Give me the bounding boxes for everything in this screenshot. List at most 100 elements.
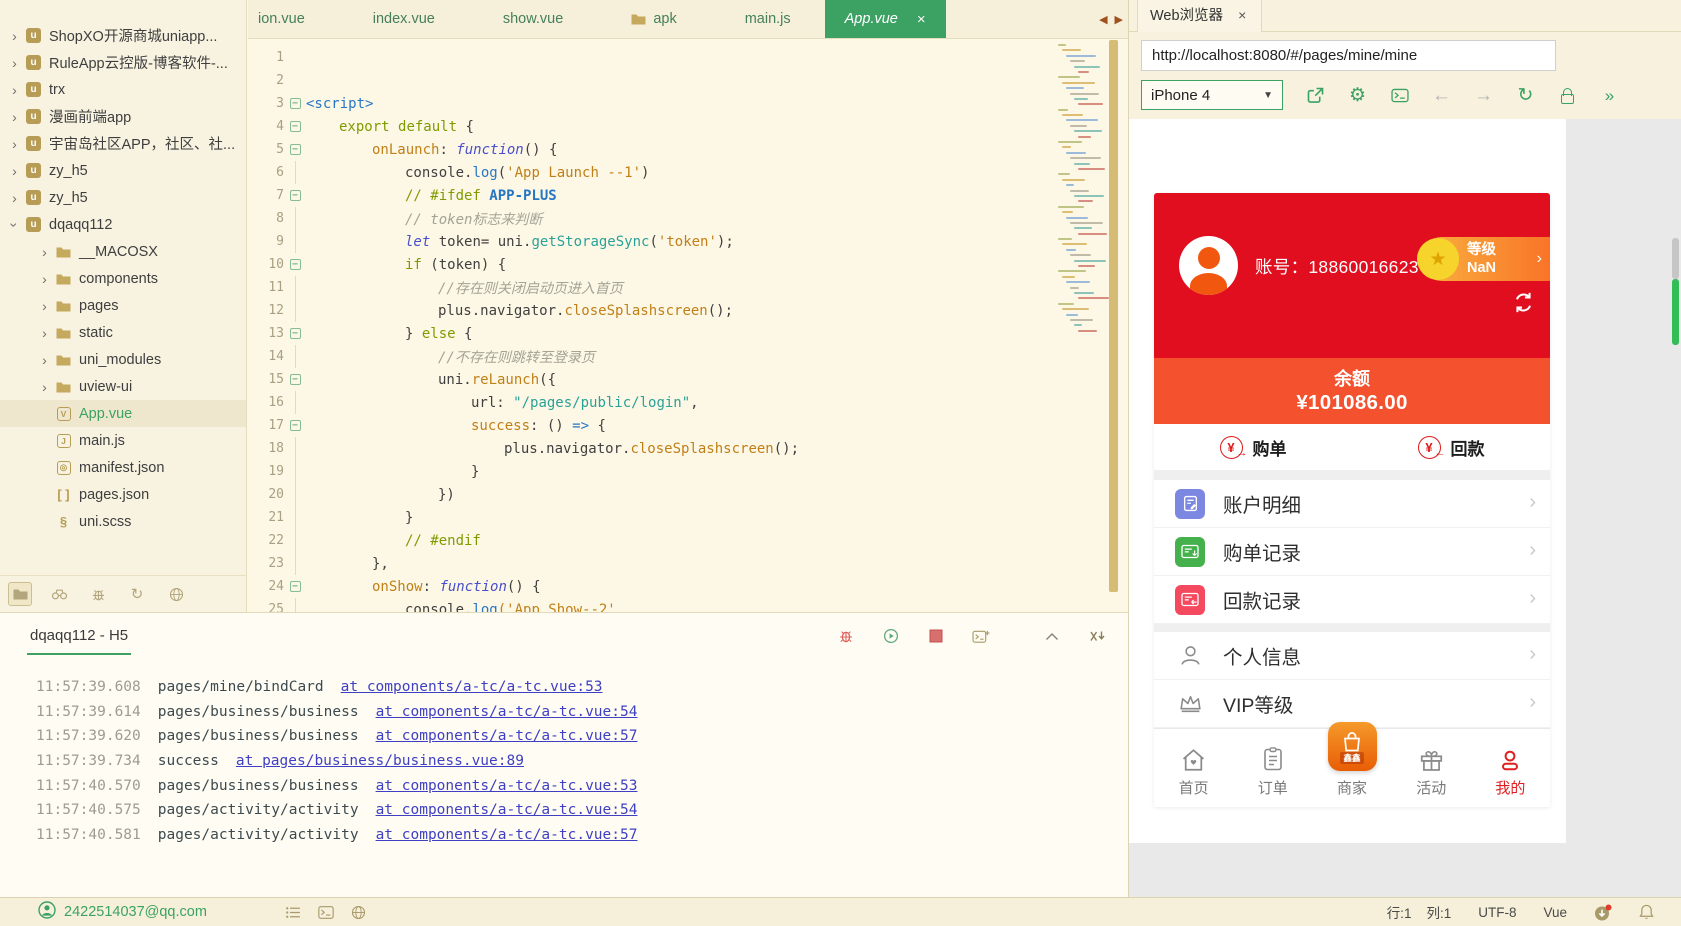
browser-scrollbar-thumb[interactable] bbox=[1672, 238, 1679, 279]
code-line[interactable]: 22 // #endif bbox=[248, 529, 1128, 552]
log-source-link[interactable]: at pages/business/business.vue:89 bbox=[236, 753, 524, 769]
code-line[interactable]: 18 plus.navigator.closeSplashscreen(); bbox=[248, 437, 1128, 460]
code-line[interactable]: 8 // token标志来判断 bbox=[248, 207, 1128, 230]
tab-main.js[interactable]: main.js bbox=[711, 0, 825, 38]
tree-item[interactable]: › uni_modules bbox=[0, 346, 246, 373]
fold-marker-icon[interactable]: − bbox=[284, 253, 306, 276]
menu-item-回款记录[interactable]: 回款记录 › bbox=[1154, 576, 1550, 624]
network-icon[interactable] bbox=[164, 582, 188, 606]
code-line[interactable]: 20}) bbox=[248, 483, 1128, 506]
debug-bug-icon[interactable] bbox=[837, 628, 855, 644]
tree-item[interactable]: Jmain.js bbox=[0, 427, 246, 454]
avatar[interactable] bbox=[1179, 236, 1238, 295]
search-icon[interactable] bbox=[47, 582, 71, 606]
code-line[interactable]: 17− success: () => { bbox=[248, 414, 1128, 437]
fold-marker-icon[interactable]: − bbox=[284, 414, 306, 437]
account-email[interactable]: 2422514037@qq.com bbox=[38, 901, 207, 923]
tab-scroll-right-icon[interactable]: ▶ bbox=[1115, 13, 1123, 26]
tabbar-item-首页[interactable]: 首页 bbox=[1154, 729, 1233, 807]
tabbar-item-我的[interactable]: 我的 bbox=[1471, 729, 1550, 807]
tree-item[interactable]: › static bbox=[0, 319, 246, 346]
log-source-link[interactable]: at components/a-tc/a-tc.vue:57 bbox=[376, 728, 638, 744]
tree-item[interactable]: › u dqaqq112 bbox=[0, 211, 246, 238]
menu-item-VIP等级[interactable]: VIP等级 › bbox=[1154, 680, 1550, 728]
code-line[interactable]: 7− // #ifdef APP-PLUS bbox=[248, 184, 1128, 207]
fold-marker-icon[interactable]: − bbox=[284, 575, 306, 598]
code-line[interactable]: 15− uni.reLaunch({ bbox=[248, 368, 1128, 391]
settings-gear-icon[interactable]: ⚙ bbox=[1348, 86, 1367, 105]
tree-item[interactable]: › __MACOSX bbox=[0, 238, 246, 265]
code-line[interactable]: 23}, bbox=[248, 552, 1128, 575]
devtools-terminal-icon[interactable] bbox=[1390, 86, 1409, 105]
new-terminal-icon[interactable] bbox=[972, 629, 990, 644]
tab-apk[interactable]: apk bbox=[597, 0, 710, 38]
tree-item[interactable]: V App.vue bbox=[0, 400, 246, 427]
tree-item[interactable]: › u ShopXO开源商城uniapp... bbox=[0, 22, 246, 49]
fold-marker-icon[interactable]: − bbox=[284, 322, 306, 345]
code-line[interactable]: 12 plus.navigator.closeSplashscreen(); bbox=[248, 299, 1128, 322]
minimap[interactable] bbox=[1058, 44, 1109, 335]
chevron-right-icon[interactable]: › bbox=[36, 325, 53, 341]
log-source-link[interactable]: at components/a-tc/a-tc.vue:57 bbox=[376, 827, 638, 843]
more-icon[interactable]: » bbox=[1600, 86, 1619, 105]
debug-icon[interactable] bbox=[86, 582, 110, 606]
chevron-right-icon[interactable]: › bbox=[6, 55, 23, 71]
sync-icon[interactable] bbox=[1510, 289, 1537, 321]
tab-App.vue[interactable]: App.vue × bbox=[824, 0, 946, 38]
action-购单[interactable]: ¥ → 购单 bbox=[1154, 424, 1352, 470]
code-line[interactable]: 4− export default { bbox=[248, 115, 1128, 138]
browser-tab[interactable]: Web浏览器 × bbox=[1137, 0, 1263, 32]
todo-list-icon[interactable] bbox=[285, 906, 301, 919]
code-line[interactable]: 6 console.log('App Launch --1') bbox=[248, 161, 1128, 184]
chevron-down-icon[interactable]: › bbox=[7, 216, 23, 233]
device-select[interactable]: iPhone 4 ▼ bbox=[1141, 80, 1283, 110]
console-tab[interactable]: dqaqq112 - H5 bbox=[27, 617, 132, 655]
tree-item[interactable]: › pages bbox=[0, 292, 246, 319]
code-line[interactable]: 13−} else { bbox=[248, 322, 1128, 345]
code-area[interactable]: 1 2 3− <script> 4− export default {5− onLaunch… bbox=[248, 38, 1128, 612]
code-line[interactable]: 14 //不存在则跳转至登录页 bbox=[248, 345, 1128, 368]
fold-marker-icon[interactable]: − bbox=[284, 184, 306, 207]
code-line[interactable]: 16 url: "/pages/public/login", bbox=[248, 391, 1128, 414]
code-line[interactable]: 25 console.log('App Show--2' bbox=[248, 598, 1128, 612]
log-source-link[interactable]: at components/a-tc/a-tc.vue:53 bbox=[341, 679, 603, 695]
tree-item[interactable]: › u 宇宙岛社区APP，社区、社... bbox=[0, 130, 246, 157]
tab-index.vue[interactable]: index.vue bbox=[339, 0, 469, 38]
menu-item-购单记录[interactable]: 购单记录 › bbox=[1154, 528, 1550, 576]
encoding-indicator[interactable]: UTF-8 bbox=[1478, 905, 1516, 920]
code-line[interactable]: 9 let token= uni.getStorageSync('token'); bbox=[248, 230, 1128, 253]
tree-item[interactable]: › u zy_h5 bbox=[0, 184, 246, 211]
chevron-right-icon[interactable]: › bbox=[6, 28, 23, 44]
code-line[interactable]: 5− onLaunch: function() { bbox=[248, 138, 1128, 161]
tree-item[interactable]: [ ] pages.json bbox=[0, 481, 246, 508]
chevron-right-icon[interactable]: › bbox=[6, 109, 23, 125]
forward-icon[interactable]: → bbox=[1474, 86, 1493, 105]
code-line[interactable]: 2 bbox=[248, 69, 1128, 92]
log-source-link[interactable]: at components/a-tc/a-tc.vue:54 bbox=[376, 704, 638, 720]
fold-marker-icon[interactable]: − bbox=[284, 92, 306, 115]
tabbar-item-订单[interactable]: 订单 bbox=[1233, 729, 1312, 807]
syntax-indicator[interactable]: Vue bbox=[1543, 905, 1567, 920]
code-line[interactable]: 3− <script> bbox=[248, 92, 1128, 115]
menu-item-个人信息[interactable]: 个人信息 › bbox=[1154, 632, 1550, 680]
bell-icon[interactable] bbox=[1639, 904, 1654, 920]
refresh-icon[interactable]: ↻ bbox=[125, 582, 149, 606]
fold-marker-icon[interactable]: − bbox=[284, 368, 306, 391]
chevron-right-icon[interactable]: › bbox=[6, 190, 23, 206]
level-badge[interactable]: ★ 等级 NaN › bbox=[1417, 237, 1550, 281]
collapse-icon[interactable] bbox=[1043, 632, 1061, 641]
tabbar-item-商家[interactable]: 鑫鑫 商家 bbox=[1312, 722, 1391, 807]
code-line[interactable]: 11 //存在则关闭启动页进入首页 bbox=[248, 276, 1128, 299]
tab-show.vue[interactable]: show.vue bbox=[469, 0, 597, 38]
close-icon[interactable]: × bbox=[1238, 7, 1246, 23]
tab-ion.vue[interactable]: ion.vue bbox=[248, 0, 339, 38]
chevron-right-icon[interactable]: › bbox=[36, 244, 53, 260]
code-line[interactable]: 24− onShow: function() { bbox=[248, 575, 1128, 598]
log-source-link[interactable]: at components/a-tc/a-tc.vue:54 bbox=[376, 802, 638, 818]
close-icon[interactable]: × bbox=[917, 11, 926, 28]
tree-item[interactable]: › uview-ui bbox=[0, 373, 246, 400]
back-icon[interactable]: ← bbox=[1432, 86, 1451, 105]
refresh-icon[interactable]: ↻ bbox=[1516, 86, 1535, 105]
restart-icon[interactable] bbox=[882, 628, 900, 644]
log-source-link[interactable]: at components/a-tc/a-tc.vue:53 bbox=[376, 778, 638, 794]
